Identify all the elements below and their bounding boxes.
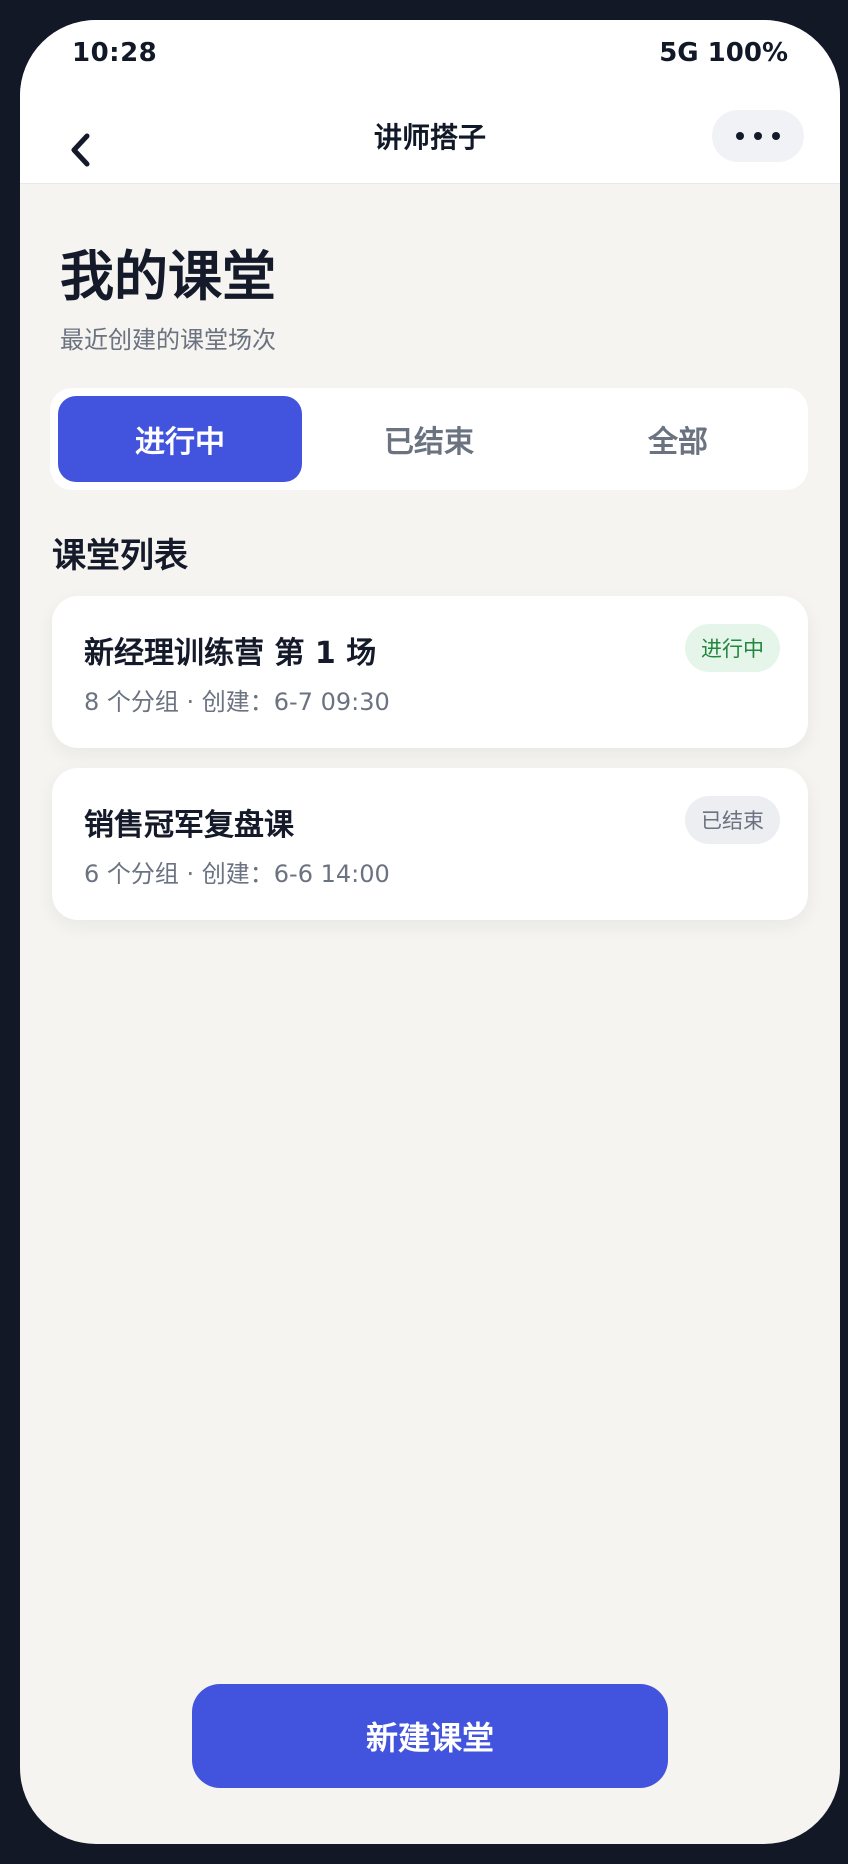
tab-all[interactable]: 全部 [556, 396, 800, 482]
class-card[interactable]: 销售冠军复盘课 6 个分组 · 创建：6-6 14:00 已结束 [52, 768, 808, 920]
section-title: 课堂列表 [52, 536, 188, 576]
app-screen: 10:28 5G 100% 讲师搭子 我的课堂 最近创建的课堂场次 进行中 已结… [20, 20, 840, 1844]
new-class-button[interactable]: 新建课堂 [192, 1684, 668, 1788]
page-title: 我的课堂 [60, 245, 276, 308]
status-network-battery: 5G 100% [659, 38, 788, 68]
class-card[interactable]: 新经理训练营 第 1 场 8 个分组 · 创建：6-7 09:30 进行中 [52, 596, 808, 748]
class-card-meta: 8 个分组 · 创建：6-7 09:30 [84, 688, 390, 716]
class-card-title: 新经理训练营 第 1 场 [84, 636, 377, 671]
status-badge: 进行中 [685, 624, 780, 672]
class-card-title: 销售冠军复盘课 [84, 808, 294, 843]
tab-in-progress[interactable]: 进行中 [58, 396, 302, 482]
filter-tabs: 进行中 已结束 全部 [50, 388, 808, 490]
status-time: 10:28 [72, 38, 158, 68]
phone-frame: 10:28 5G 100% 讲师搭子 我的课堂 最近创建的课堂场次 进行中 已结… [0, 0, 848, 1864]
top-bar: 10:28 5G 100% 讲师搭子 [20, 20, 840, 184]
tab-ended[interactable]: 已结束 [307, 396, 551, 482]
page-subtitle: 最近创建的课堂场次 [60, 326, 276, 354]
class-card-meta: 6 个分组 · 创建：6-6 14:00 [84, 860, 390, 888]
more-button[interactable] [712, 110, 804, 162]
more-horizontal-icon [736, 132, 780, 140]
status-badge: 已结束 [685, 796, 780, 844]
